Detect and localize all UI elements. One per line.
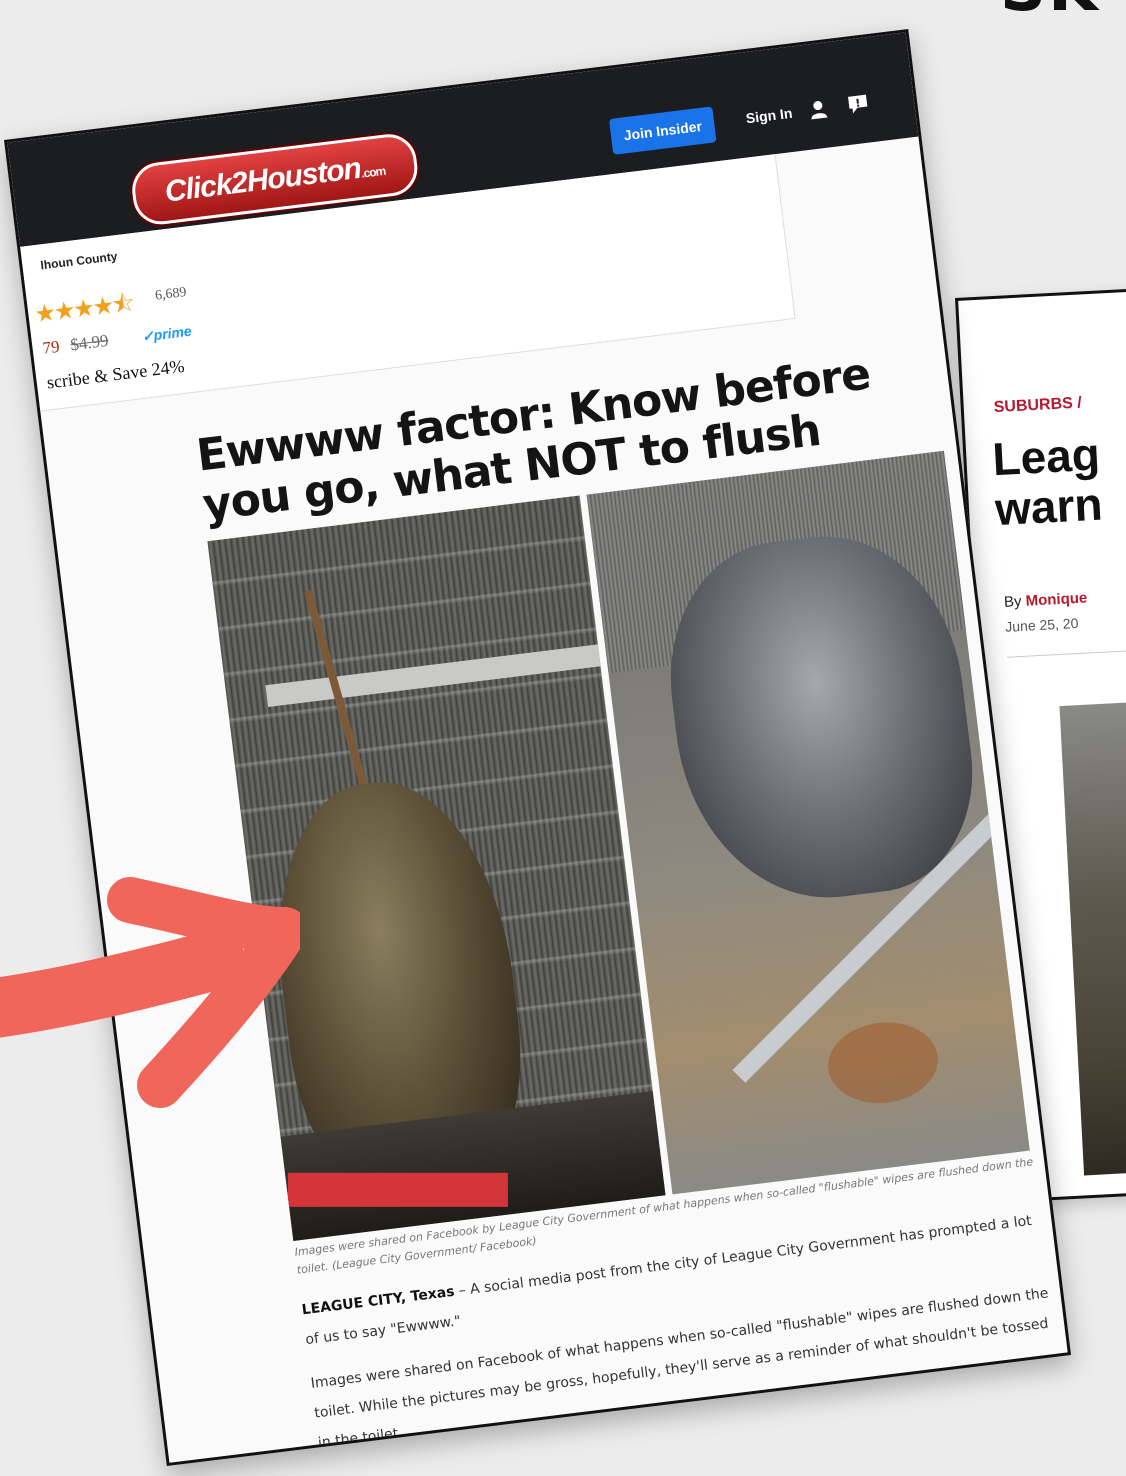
headline-line-2: warn	[993, 477, 1104, 536]
byline-prefix: By	[1003, 592, 1027, 611]
red-railing	[287, 1172, 508, 1207]
chat-icon[interactable]	[846, 91, 871, 116]
rating-stars: ★★★★⯪	[32, 289, 135, 329]
user-icon[interactable]	[808, 99, 828, 121]
logo-suffix: .com	[360, 163, 386, 181]
rust-stain	[823, 1016, 943, 1110]
secondary-headline: Leag warn	[991, 427, 1104, 536]
dateline: LEAGUE CITY, Texas	[300, 1283, 456, 1319]
background-title: SK	[1000, 0, 1100, 26]
join-insider-button[interactable]: Join Insider	[608, 106, 717, 155]
subscribe-save-text: scribe & Save 24%	[45, 355, 186, 393]
ad-location: lhoun County	[39, 249, 119, 273]
sign-in-link[interactable]: Sign In	[745, 105, 793, 127]
arrow-annotation	[0, 877, 300, 1108]
prime-badge: ✓prime	[141, 322, 193, 345]
byline-author[interactable]: Monique	[1025, 590, 1087, 610]
main-article-screenshot: Click2Houston.com Join Insider Sign In l…	[4, 28, 1072, 1467]
headline-line-1: Leag	[991, 427, 1102, 486]
secondary-article-photo	[1059, 684, 1126, 1176]
rating-count: 6,689	[154, 284, 188, 304]
ad-list-price: $4.99	[69, 330, 110, 355]
logo-text: Click2Houston	[163, 151, 363, 209]
article-date: June 25, 20	[1004, 615, 1079, 635]
ad-price-fragment: 79	[41, 336, 61, 358]
wipes-pile-photo	[586, 450, 1030, 1195]
divider	[1006, 631, 1126, 658]
byline: By Monique	[1004, 590, 1088, 611]
section-label[interactable]: SUBURBS /	[993, 395, 1082, 418]
